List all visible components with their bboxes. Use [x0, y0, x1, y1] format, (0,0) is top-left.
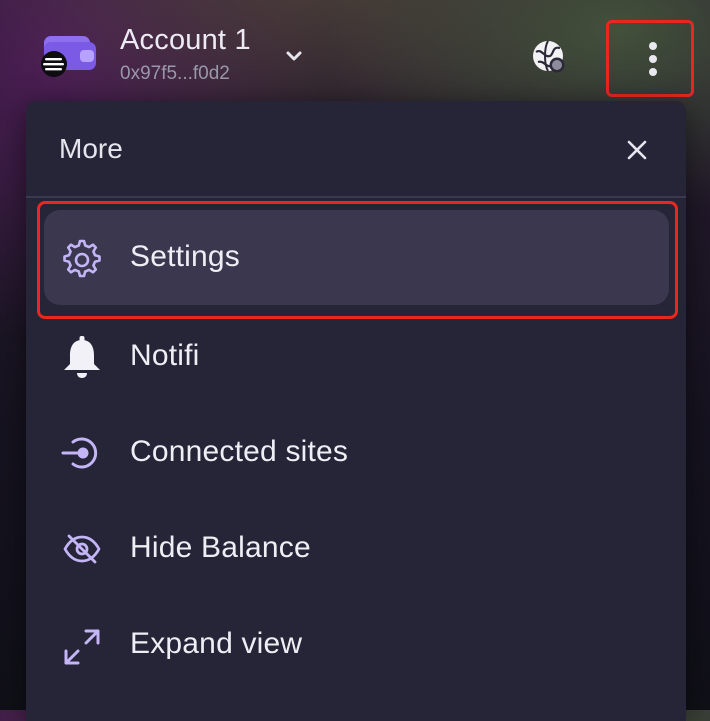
more-menu-panel: More Settings Notifi Connected sites Hid… — [26, 101, 686, 721]
close-icon[interactable] — [622, 135, 652, 165]
menu-item-connected-sites[interactable]: Connected sites — [26, 405, 686, 501]
panel-title: More — [59, 133, 123, 164]
panel-header: More — [26, 101, 686, 198]
chevron-down-icon[interactable] — [282, 44, 306, 68]
globe-icon[interactable] — [530, 38, 570, 78]
menu-item-expand-view[interactable]: Expand view — [26, 597, 686, 693]
account-name[interactable]: Account 1 — [120, 24, 251, 57]
menu-item-label: Connected sites — [130, 435, 349, 468]
eye-off-icon — [60, 527, 104, 571]
expand-icon — [60, 625, 104, 669]
connected-sites-icon — [60, 431, 104, 475]
account-address[interactable]: 0x97f5...f0d2 — [120, 63, 230, 85]
menu-item-notifi[interactable]: Notifi — [26, 309, 686, 405]
menu-item-label: Hide Balance — [130, 531, 311, 564]
menu-item-hide-balance[interactable]: Hide Balance — [26, 501, 686, 597]
settings-highlight-frame — [37, 201, 678, 319]
wallet-icon — [40, 34, 98, 82]
account-header: Account 1 0x97f5...f0d2 — [0, 0, 710, 100]
menu-item-label: Notifi — [130, 339, 200, 372]
bell-icon — [60, 335, 104, 379]
more-options-button[interactable] — [606, 20, 694, 97]
menu-item-label: Expand view — [130, 627, 303, 660]
